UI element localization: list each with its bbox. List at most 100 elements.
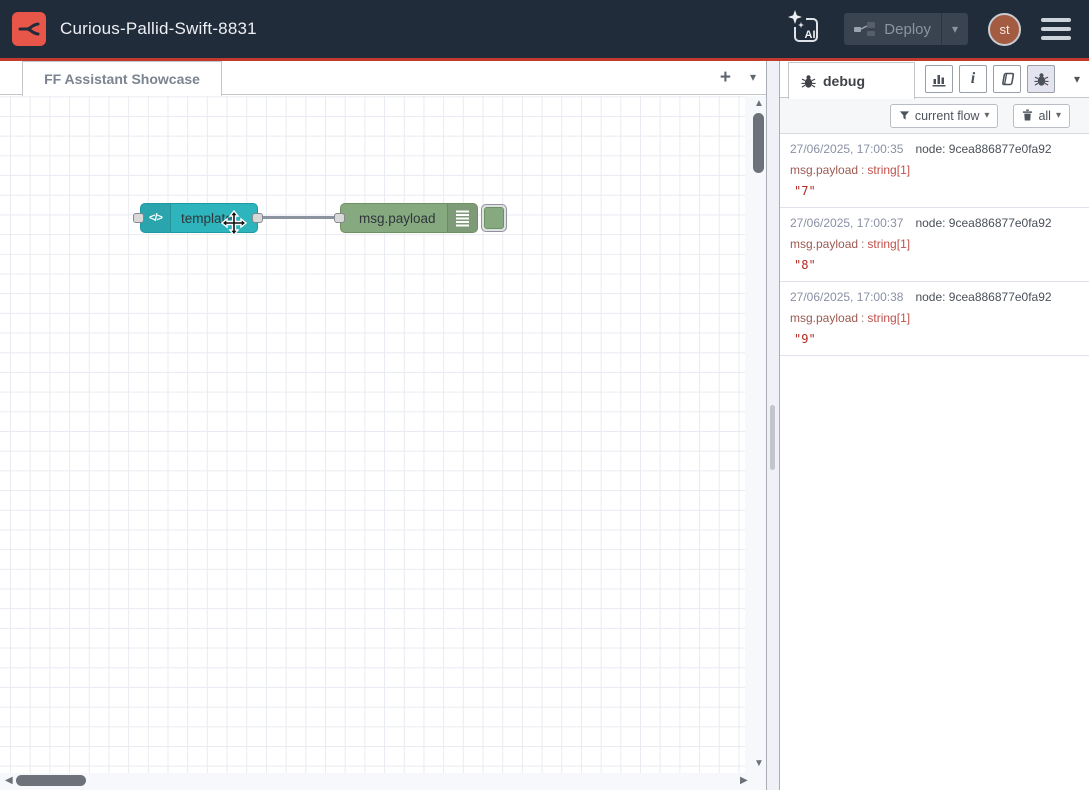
splitter-grip[interactable] — [770, 405, 775, 470]
sidebar-toolbar: i — [925, 65, 1055, 93]
bug-icon — [1034, 72, 1049, 87]
horizontal-scrollbar-thumb[interactable] — [16, 775, 86, 786]
help-button[interactable] — [993, 65, 1021, 93]
book-icon — [999, 71, 1016, 87]
header: Curious-Pallid-Swift-8831 AI Dep — [0, 0, 1089, 58]
debug-message[interactable]: 27/06/2025, 17:00:35 node: 9cea886877e0f… — [780, 134, 1089, 208]
node-debug[interactable]: msg.payload — [340, 203, 478, 233]
debug-clear-label: all — [1038, 109, 1051, 123]
template-output-port[interactable] — [252, 213, 263, 223]
hamburger-bar — [1041, 18, 1071, 22]
debug-filter-button[interactable]: current flow ▾ — [890, 104, 999, 128]
main-menu-button[interactable] — [1041, 18, 1071, 40]
avatar-initials: st — [999, 22, 1009, 37]
message-node-id: node: 9cea886877e0fa92 — [915, 215, 1051, 231]
wire-template-to-debug[interactable] — [261, 216, 339, 219]
debug-toggle-inner — [484, 207, 504, 229]
page-title: Curious-Pallid-Swift-8831 — [60, 19, 257, 39]
debug-input-port[interactable] — [334, 213, 345, 223]
message-value: "8" — [790, 257, 1079, 273]
bar-chart-icon — [931, 71, 947, 87]
message-property[interactable]: msg.payload:string[1] — [790, 236, 1079, 252]
info-button[interactable]: i — [959, 65, 987, 93]
debug-message[interactable]: 27/06/2025, 17:00:37 node: 9cea886877e0f… — [780, 208, 1089, 282]
chevron-down-icon: ▾ — [984, 110, 989, 121]
message-timestamp: 27/06/2025, 17:00:38 — [790, 289, 903, 305]
message-meta: 27/06/2025, 17:00:35 node: 9cea886877e0f… — [790, 141, 1079, 157]
scroll-left-icon[interactable]: ◀ — [5, 776, 13, 786]
info-icon: i — [971, 70, 975, 88]
workspace: FF Assistant Showcase + ▾ </> template — [0, 61, 766, 790]
property-path: msg.payload — [790, 163, 858, 177]
ai-assistant-button[interactable]: AI — [786, 9, 824, 49]
main-area: FF Assistant Showcase + ▾ </> template — [0, 61, 1089, 790]
list-icon — [456, 210, 470, 227]
funnel-icon — [899, 110, 910, 121]
header-actions: AI Deploy ▾ st — [786, 9, 1077, 49]
message-timestamp: 27/06/2025, 17:00:37 — [790, 215, 903, 231]
sidebar-tabbar: debug i — [780, 61, 1089, 98]
tab-label: FF Assistant Showcase — [44, 71, 200, 87]
message-meta: 27/06/2025, 17:00:38 node: 9cea886877e0f… — [790, 289, 1079, 305]
property-path: msg.payload — [790, 237, 858, 251]
hamburger-bar — [1041, 27, 1071, 31]
property-type: string[1] — [867, 311, 910, 325]
chevron-down-icon: ▾ — [1056, 110, 1061, 121]
deploy-button-label: Deploy — [884, 21, 931, 38]
scroll-up-icon[interactable]: ▲ — [754, 99, 764, 109]
property-separator: : — [861, 237, 864, 251]
property-path: msg.payload — [790, 311, 858, 325]
node-label: template — [171, 211, 233, 226]
message-node-id: node: 9cea886877e0fa92 — [915, 289, 1051, 305]
property-separator: : — [861, 311, 864, 325]
template-input-port[interactable] — [133, 213, 144, 223]
debug-filter-toolbar: current flow ▾ all ▾ — [780, 98, 1089, 134]
debug-message-list[interactable]: 27/06/2025, 17:00:35 node: 9cea886877e0f… — [780, 134, 1089, 790]
message-value: "7" — [790, 183, 1079, 199]
sidebar-menu-chevron-down-icon[interactable]: ▾ — [1074, 72, 1080, 86]
sidebar-splitter[interactable] — [766, 61, 780, 790]
debug-filter-label: current flow — [915, 109, 980, 123]
message-property[interactable]: msg.payload:string[1] — [790, 310, 1079, 326]
template-iconbox: </> — [141, 204, 171, 232]
deploy-button[interactable]: Deploy ▾ — [844, 13, 968, 45]
scroll-down-icon[interactable]: ▼ — [754, 759, 764, 769]
tab-ff-assistant-showcase[interactable]: FF Assistant Showcase — [22, 61, 222, 96]
node-label: msg.payload — [341, 211, 436, 226]
hamburger-bar — [1041, 36, 1071, 40]
deploy-nodes-icon — [854, 21, 876, 37]
debug-clear-button[interactable]: all ▾ — [1013, 104, 1070, 128]
dashboard-chart-button[interactable] — [925, 65, 953, 93]
property-separator: : — [861, 163, 864, 177]
vertical-scroll-track[interactable] — [745, 96, 766, 790]
horizontal-scroll-track[interactable] — [0, 773, 766, 790]
bug-icon — [801, 74, 816, 89]
sidebar-tab-debug[interactable]: debug — [788, 62, 915, 99]
debug-message[interactable]: 27/06/2025, 17:00:38 node: 9cea886877e0f… — [780, 282, 1089, 356]
avatar[interactable]: st — [988, 13, 1021, 46]
debug-iconbox — [447, 204, 477, 232]
flow-list-chevron-down-icon[interactable]: ▾ — [750, 70, 756, 84]
deploy-chevron-down-icon[interactable]: ▾ — [942, 22, 968, 36]
message-meta: 27/06/2025, 17:00:37 node: 9cea886877e0f… — [790, 215, 1079, 231]
sidebar: debug i — [780, 61, 1089, 790]
vertical-scrollbar-thumb[interactable] — [753, 113, 764, 173]
node-template[interactable]: </> template — [140, 203, 258, 233]
debug-tab-button[interactable] — [1027, 65, 1055, 93]
message-value: "9" — [790, 331, 1079, 347]
ai-sparkle-icon: AI — [786, 9, 824, 49]
debug-enable-toggle[interactable] — [481, 204, 507, 232]
trash-icon — [1022, 109, 1033, 122]
message-property[interactable]: msg.payload:string[1] — [790, 162, 1079, 178]
flowfuse-logo-icon[interactable] — [12, 12, 46, 46]
scroll-right-icon[interactable]: ▶ — [740, 776, 748, 786]
branch-icon — [17, 17, 41, 41]
flow-canvas[interactable]: </> template msg.payload — [0, 96, 766, 790]
message-node-id: node: 9cea886877e0fa92 — [915, 141, 1051, 157]
code-icon: </> — [149, 212, 162, 224]
sidebar-tab-label: debug — [823, 73, 865, 89]
message-timestamp: 27/06/2025, 17:00:35 — [790, 141, 903, 157]
add-flow-button[interactable]: + — [720, 66, 731, 90]
node-red-editor: Curious-Pallid-Swift-8831 AI Dep — [0, 0, 1089, 790]
svg-text:AI: AI — [805, 29, 816, 41]
